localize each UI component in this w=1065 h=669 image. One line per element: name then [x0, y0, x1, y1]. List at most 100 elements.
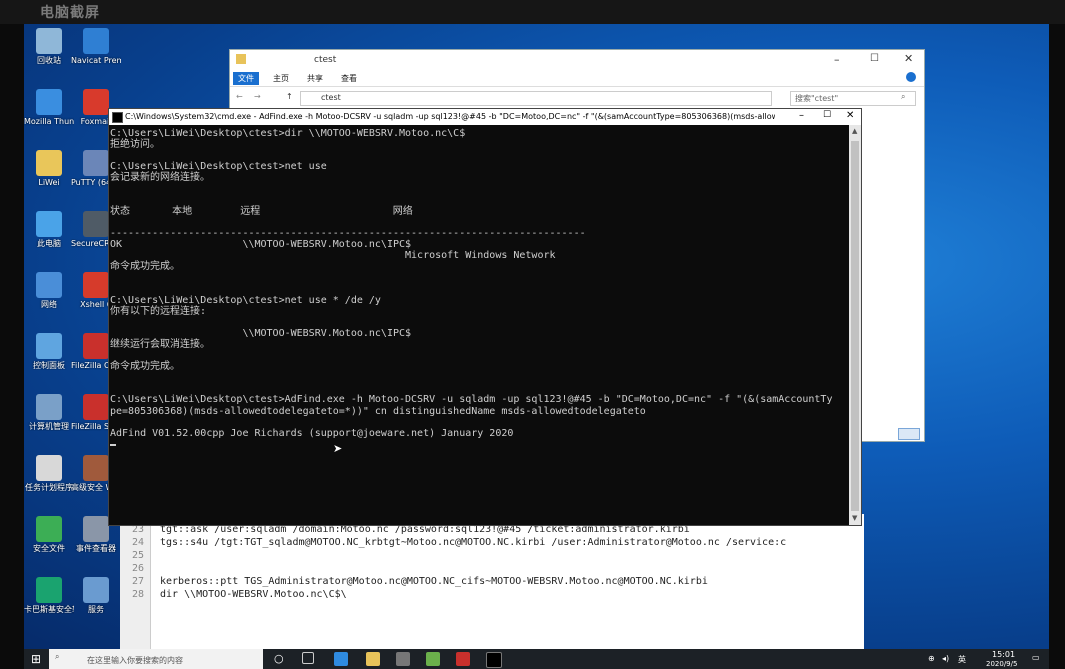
tray-network-icon[interactable]: ⊕	[928, 654, 935, 663]
cmd-scrollbar[interactable]: ▲ ▼	[849, 125, 861, 525]
cmd-output[interactable]: C:\Users\LiWei\Desktop\ctest>dir \\MOTOO…	[109, 125, 849, 525]
viewer-title: 电脑截屏	[40, 5, 100, 21]
clock-date[interactable]: 2020/9/5	[986, 660, 1017, 668]
app-icon	[36, 516, 62, 542]
minimize-icon[interactable]: –	[834, 53, 840, 66]
desktop-icon[interactable]: Navicat Premium 15	[71, 28, 121, 65]
close-icon[interactable]: ✕	[904, 52, 913, 65]
app-icon	[36, 150, 62, 176]
scroll-down-icon[interactable]: ▼	[852, 514, 857, 522]
desktop-icon[interactable]: 服务	[71, 577, 121, 614]
desktop-icon-label: 回收站	[37, 56, 61, 65]
explorer-ribbon: 文件 主页 共享 查看	[230, 70, 924, 87]
notification-icon[interactable]: ▭	[1032, 653, 1040, 662]
desktop-icon-label: 计算机管理	[29, 422, 69, 431]
back-icon[interactable]: ←	[236, 92, 243, 101]
file-explorer-icon[interactable]	[366, 652, 380, 666]
view-toggle-icon[interactable]	[898, 428, 920, 440]
filezilla-icon[interactable]	[456, 652, 470, 666]
tab-file[interactable]: 文件	[233, 72, 259, 85]
cmd-window[interactable]: C:\Windows\System32\cmd.exe - AdFind.exe…	[108, 108, 862, 526]
app-icon	[83, 394, 109, 420]
maximize-icon[interactable]: ☐	[870, 53, 879, 64]
desktop-icon[interactable]: 任务计划程序	[24, 455, 74, 492]
app-icon	[36, 577, 62, 603]
cmd-taskbar-icon[interactable]	[486, 652, 502, 668]
task-view-icon[interactable]	[302, 652, 314, 664]
desktop-icon[interactable]: 回收站	[24, 28, 74, 65]
tab-view[interactable]: 查看	[336, 72, 362, 85]
desktop-icon-label: Mozilla Thunderbird	[24, 117, 74, 126]
tray-volume-icon[interactable]: ◂)	[942, 654, 949, 663]
cmd-output-line: 命令成功完成。	[110, 361, 180, 373]
cmd-output-line: ----------------------------------------…	[110, 227, 586, 239]
tab-home[interactable]: 主页	[268, 72, 294, 85]
cmd-output-line: 继续运行会取消连接。	[110, 338, 210, 350]
desktop-icon[interactable]: LiWei	[24, 150, 74, 187]
forward-icon[interactable]: →	[254, 92, 261, 101]
cmd-output-line: AdFind V01.52.00cpp Joe Richards (suppor…	[110, 427, 514, 439]
taskbar-search-input[interactable]: ⌕ 在这里输入你要搜索的内容	[49, 649, 263, 669]
editor-window[interactable]: 23 tgt::ask /user:sqladm /domain:Motoo.nc…	[120, 514, 864, 649]
viewer-right-border	[1049, 24, 1065, 669]
cmd-output-line: \\MOTOO-WEBSRV.Motoo.nc\IPC$	[110, 327, 412, 339]
line-number: 27	[131, 576, 144, 587]
search-icon: ⌕	[55, 652, 60, 661]
edge-icon[interactable]	[334, 652, 348, 666]
address-path: ctest	[321, 93, 341, 102]
desktop-icon[interactable]: 控制面板	[24, 333, 74, 370]
up-icon[interactable]: ↑	[286, 92, 293, 101]
tools-icon[interactable]	[396, 652, 410, 666]
app-icon	[83, 211, 109, 237]
folder-icon	[236, 54, 246, 64]
app-icon	[36, 333, 62, 359]
desktop-icon[interactable]: 安全文件	[24, 516, 74, 553]
editor-line: dir \\MOTOO-WEBSRV.Motoo.nc\C$\	[160, 589, 347, 600]
cmd-output-line: C:\Users\LiWei\Desktop\ctest>net use	[110, 161, 327, 173]
cmd-output-line: 你有以下的远程连接:	[110, 305, 207, 317]
taskbar-search-placeholder: 在这里输入你要搜索的内容	[87, 656, 183, 665]
cmd-output-line: Microsoft Windows Network	[110, 250, 556, 262]
explorer-search-placeholder: 搜索"ctest"	[795, 94, 839, 103]
editor-line: tgs::s4u /tgt:TGT_sqladm@MOTOO.NC_krbtgt…	[160, 537, 787, 548]
explorer-title-bar[interactable]: ctest – ☐ ✕	[230, 50, 924, 70]
cmd-output-line: 会记录新的网络连接。	[110, 172, 210, 184]
clock-time[interactable]: 15:01	[992, 650, 1015, 659]
notepadpp-icon[interactable]	[426, 652, 440, 666]
tab-share[interactable]: 共享	[302, 72, 328, 85]
help-icon[interactable]	[906, 72, 916, 82]
line-number: 25	[131, 550, 144, 561]
app-icon	[83, 272, 109, 298]
cmd-output-line: 状态 本地 远程 网络	[110, 205, 413, 217]
app-icon	[83, 150, 109, 176]
cmd-output-line: C:\Users\LiWei\Desktop\ctest>dir \\MOTOO…	[110, 128, 466, 139]
app-icon	[83, 577, 109, 603]
desktop-icon[interactable]: 计算机管理	[24, 394, 74, 431]
cmd-title-bar[interactable]: C:\Windows\System32\cmd.exe - AdFind.exe…	[109, 109, 861, 125]
desktop-icon[interactable]: 此电脑	[24, 211, 74, 248]
desktop-icon[interactable]: Mozilla Thunderbird	[24, 89, 74, 126]
desktop-icon-label: 控制面板	[33, 361, 65, 370]
app-icon	[36, 272, 62, 298]
scroll-up-icon[interactable]: ▲	[852, 127, 857, 135]
ime-indicator[interactable]: 英	[958, 654, 966, 665]
explorer-title: ctest	[314, 55, 337, 65]
scroll-thumb[interactable]	[851, 141, 859, 511]
cortana-icon[interactable]: ○	[274, 652, 284, 665]
app-icon	[36, 89, 62, 115]
explorer-search-input[interactable]: 搜索"ctest" ⌕	[790, 91, 916, 106]
address-bar[interactable]: ctest	[300, 91, 772, 106]
app-icon	[83, 333, 109, 359]
start-icon[interactable]: ⊞	[31, 652, 41, 666]
desktop-icon[interactable]: 卡巴斯基安全软件	[24, 577, 74, 614]
desktop-icon-label: 卡巴斯基安全软件	[24, 605, 74, 614]
maximize-icon[interactable]: ☐	[823, 110, 831, 120]
taskbar: ⊞ ⌕ 在这里输入你要搜索的内容 ○ ⊕ ◂) 英 15:01 2020/9/5…	[24, 649, 1049, 669]
app-icon	[83, 28, 109, 54]
desktop-icon-label: 任务计划程序	[25, 483, 73, 492]
desktop-icon[interactable]: 网络	[24, 272, 74, 309]
app-icon	[36, 211, 62, 237]
minimize-icon[interactable]: –	[799, 110, 804, 121]
close-icon[interactable]: ✕	[846, 110, 854, 121]
viewer-left-border	[0, 24, 24, 669]
